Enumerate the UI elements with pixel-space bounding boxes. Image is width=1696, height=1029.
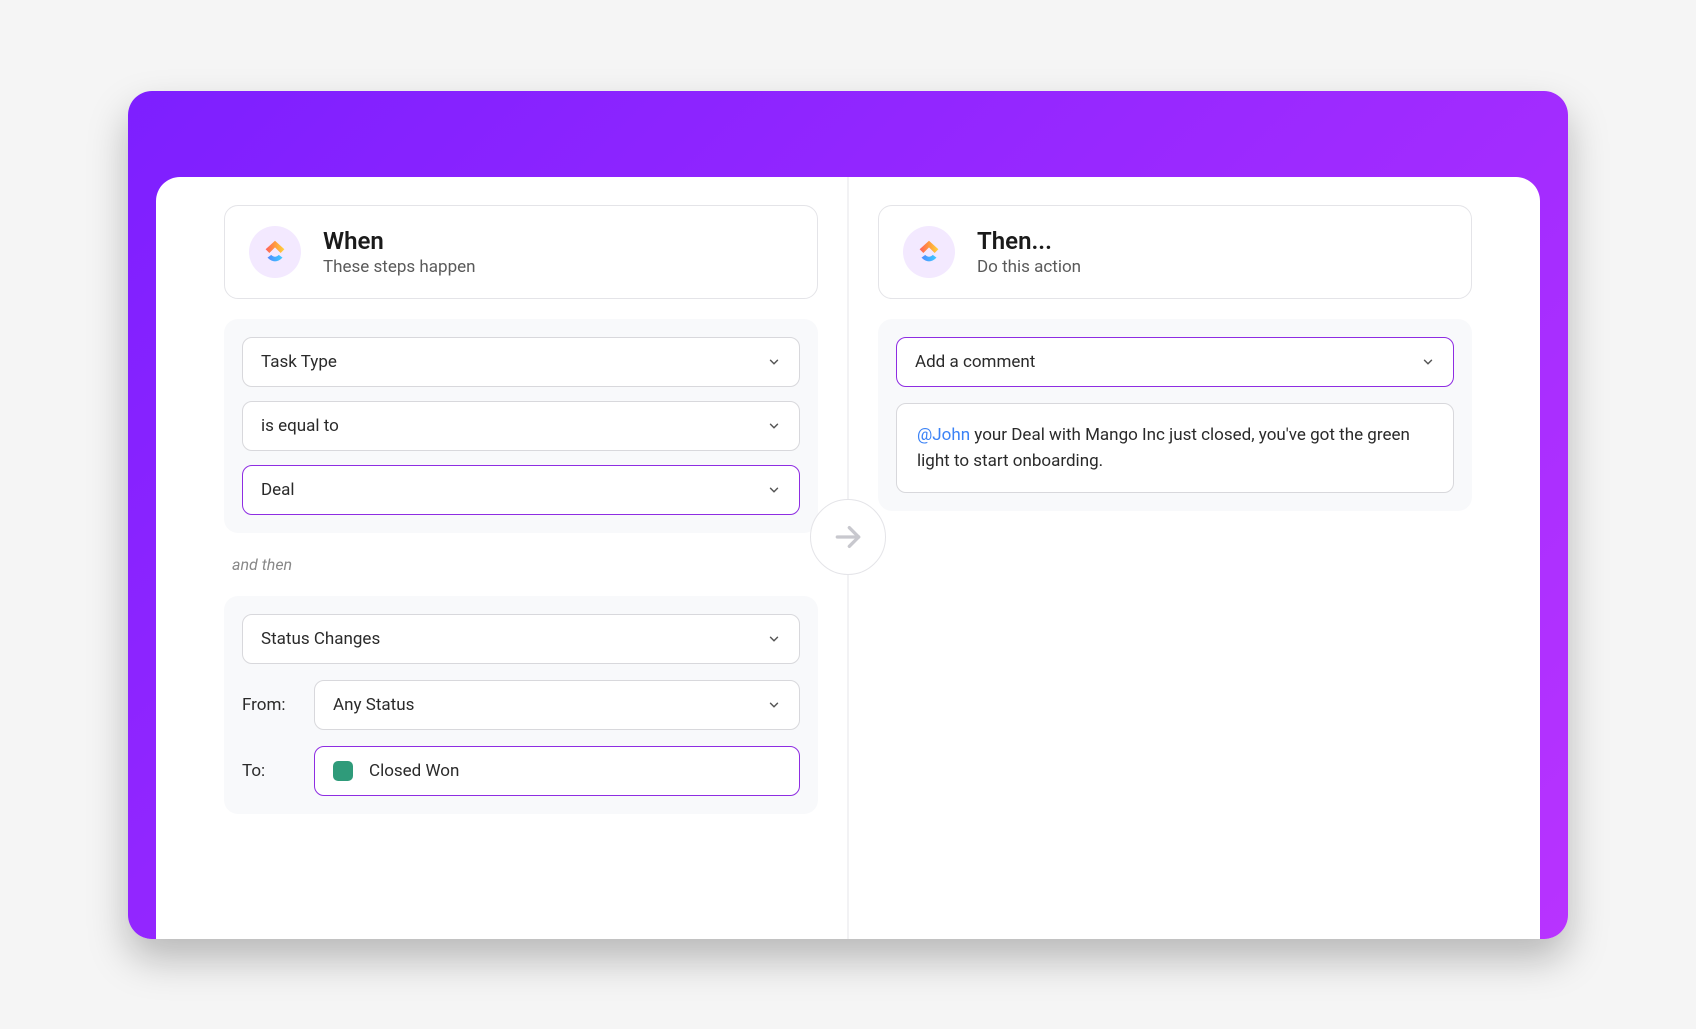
and-then-label: and then — [232, 555, 818, 574]
when-condition-card: Task Type is equal to Deal — [224, 319, 818, 533]
to-status-row: To: Closed Won — [242, 746, 800, 796]
when-title: When — [323, 227, 476, 255]
from-status-select[interactable]: Any Status — [314, 680, 800, 730]
to-status-value: Closed Won — [369, 761, 459, 781]
chevron-down-icon — [767, 483, 781, 497]
comment-input[interactable]: @John your Deal with Mango Inc just clos… — [896, 403, 1454, 494]
when-logo — [249, 226, 301, 278]
then-subtitle: Do this action — [977, 257, 1081, 277]
when-status-card: Status Changes From: Any Status — [224, 596, 818, 814]
then-title: Then... — [977, 227, 1081, 255]
arrow-right-icon — [832, 521, 864, 553]
when-header: When These steps happen — [224, 205, 818, 299]
from-status-value: Any Status — [333, 695, 414, 715]
from-label: From: — [242, 695, 296, 715]
task-type-select[interactable]: Task Type — [242, 337, 800, 387]
value-label: Deal — [261, 480, 295, 500]
action-label: Add a comment — [915, 352, 1035, 372]
operator-select[interactable]: is equal to — [242, 401, 800, 451]
value-select[interactable]: Deal — [242, 465, 800, 515]
chevron-down-icon — [767, 698, 781, 712]
clickup-icon — [914, 237, 944, 267]
when-subtitle: These steps happen — [323, 257, 476, 277]
then-header: Then... Do this action — [878, 205, 1472, 299]
when-header-text: When These steps happen — [323, 227, 476, 277]
chevron-down-icon — [1421, 355, 1435, 369]
action-select[interactable]: Add a comment — [896, 337, 1454, 387]
status-color-dot — [333, 761, 353, 781]
automation-card: When These steps happen Task Type is equ… — [156, 177, 1540, 939]
task-type-label: Task Type — [261, 352, 337, 372]
status-changes-label: Status Changes — [261, 629, 380, 649]
chevron-down-icon — [767, 419, 781, 433]
arrow-connector — [810, 499, 886, 575]
to-status-select[interactable]: Closed Won — [314, 746, 800, 796]
from-status-row: From: Any Status — [242, 680, 800, 730]
status-changes-select[interactable]: Status Changes — [242, 614, 800, 664]
comment-text: your Deal with Mango Inc just closed, yo… — [917, 425, 1410, 471]
when-column: When These steps happen Task Type is equ… — [194, 205, 848, 939]
then-column: Then... Do this action Add a comment @Jo… — [848, 205, 1502, 939]
comment-mention: @John — [917, 425, 970, 445]
automation-frame: When These steps happen Task Type is equ… — [128, 91, 1568, 939]
chevron-down-icon — [767, 632, 781, 646]
operator-label: is equal to — [261, 416, 339, 436]
clickup-icon — [260, 237, 290, 267]
chevron-down-icon — [767, 355, 781, 369]
to-label: To: — [242, 761, 296, 781]
then-action-card: Add a comment @John your Deal with Mango… — [878, 319, 1472, 512]
then-logo — [903, 226, 955, 278]
then-header-text: Then... Do this action — [977, 227, 1081, 277]
